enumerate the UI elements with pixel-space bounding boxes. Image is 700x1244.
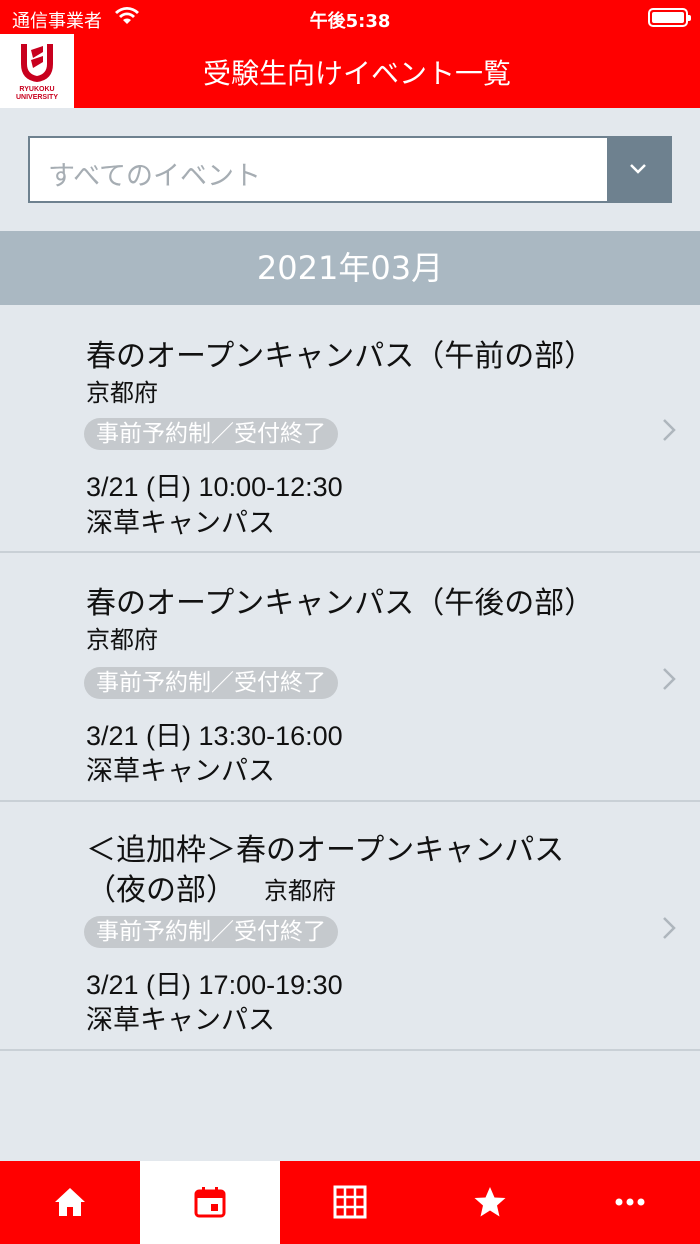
home-icon [55,1188,85,1216]
event-list-item[interactable]: 春のオープンキャンパス（午前の部） 京都府 事前予約制／受付終了 3/21 (日… [0,305,700,553]
tab-home[interactable] [0,1161,140,1244]
tab-more[interactable] [560,1161,700,1244]
star-icon [474,1187,506,1217]
tab-events[interactable] [140,1161,280,1244]
page-title: 受験生向けイベント一覧 [202,57,511,90]
filter-selected-value: すべてのイベント [48,161,262,192]
app-header: 通信事業者 午後5:38 RYUKOKU UNIVERSITY 受験生向けイベン… [0,0,700,108]
tab-grid[interactable] [280,1161,420,1244]
logo-text: RYUKOKU UNIVERSITY [15,86,58,101]
event-title-continued: （夜の部） [86,873,236,908]
battery-icon [648,8,691,27]
university-logo: RYUKOKU UNIVERSITY [0,34,74,108]
month-header: 2021年03月 [0,231,700,305]
filter-dropdown-button[interactable] [607,138,670,201]
calendar-icon [194,1187,226,1218]
tab-favorites[interactable] [420,1161,560,1244]
event-filter-select[interactable]: すべてのイベント [28,136,672,203]
grid-icon [333,1185,367,1219]
chevron-right-icon [663,419,676,441]
status-badge: 事前予約制／受付終了 [84,418,338,450]
status-time: 午後5:38 [309,11,391,32]
event-venue: 深草キャンパス [86,1005,275,1036]
event-prefecture: 京都府 [86,379,158,407]
chevron-right-icon [663,668,676,690]
status-badge: 事前予約制／受付終了 [84,916,338,948]
more-icon [615,1198,645,1206]
event-datetime: 3/21 (日) 13:30-16:00 [86,721,343,751]
logo-emblem-icon [21,44,53,82]
chevron-right-icon [663,917,676,939]
bottom-tab-bar [0,1161,700,1244]
event-title: 春のオープンキャンパス（午後の部） [86,586,595,621]
chevron-down-icon [630,164,646,174]
status-badge: 事前予約制／受付終了 [84,667,338,699]
event-prefecture: 京都府 [86,626,158,654]
event-title: 春のオープンキャンパス（午前の部） [86,339,595,374]
event-datetime: 3/21 (日) 10:00-12:30 [86,472,343,502]
event-venue: 深草キャンパス [86,508,275,539]
event-venue: 深草キャンパス [86,756,275,787]
status-bar: 通信事業者 午後5:38 [0,0,700,34]
event-datetime: 3/21 (日) 17:00-19:30 [86,970,343,1000]
event-list-item[interactable]: ＜追加枠＞春のオープンキャンパス （夜の部） 京都府 事前予約制／受付終了 3/… [0,803,700,1051]
event-prefecture: 京都府 [264,877,336,905]
event-title: ＜追加枠＞春のオープンキャンパス [86,833,565,868]
event-list-item[interactable]: 春のオープンキャンパス（午後の部） 京都府 事前予約制／受付終了 3/21 (日… [0,554,700,802]
